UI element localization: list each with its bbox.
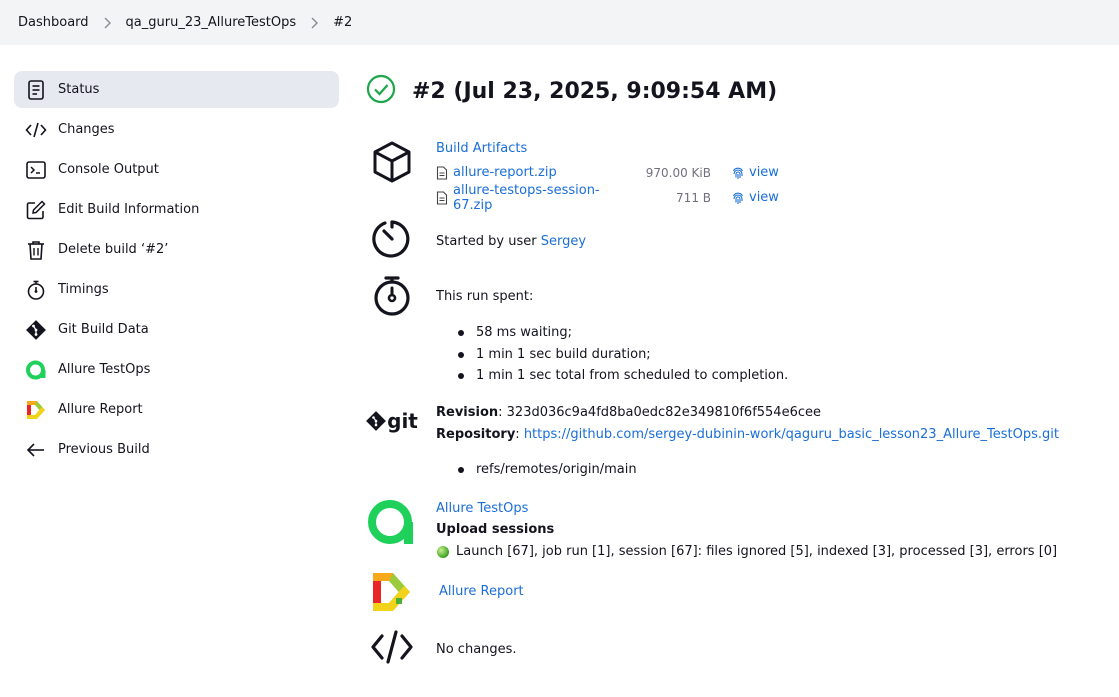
upload-sessions-heading: Upload sessions: [436, 522, 555, 537]
arrow-left-icon: [25, 439, 47, 461]
file-icon: [436, 190, 448, 205]
view-label: view: [749, 165, 779, 180]
document-icon: [25, 79, 47, 101]
sidebar-item-label: Allure TestOps: [58, 362, 151, 377]
file-icon: [436, 165, 448, 180]
breadcrumb: Dashboard qa_guru_23_AllureTestOps #2: [0, 0, 1119, 45]
sidebar-item-label: Timings: [58, 282, 109, 297]
session-text: Launch [67], job run [1], session [67]: …: [456, 544, 1058, 559]
sidebar-item-label: Console Output: [58, 162, 159, 177]
main-content: #2 (Jul 23, 2025, 9:09:54 AM): [366, 74, 1106, 108]
git-icon: [25, 319, 47, 341]
sidebar-item-changes[interactable]: Changes: [14, 111, 339, 148]
list-item: 58 ms waiting;: [458, 322, 788, 344]
artifact-row: allure-report.zip 970.00 KiB view: [436, 160, 779, 185]
code-icon: [366, 628, 418, 666]
sidebar-item-console-output[interactable]: Console Output: [14, 151, 339, 188]
fingerprint-icon: [731, 191, 745, 205]
code-icon: [25, 119, 47, 141]
artifact-size: 970.00 KiB: [645, 165, 711, 180]
revision-label: Revision: [436, 405, 499, 420]
artifact-row: allure-testops-session-67.zip 711 B view: [436, 183, 779, 213]
no-changes-text: No changes.: [436, 642, 517, 657]
breadcrumb-job[interactable]: qa_guru_23_AllureTestOps: [126, 15, 297, 30]
page-title: #2 (Jul 23, 2025, 9:09:54 AM): [412, 78, 778, 104]
sidebar-item-timings[interactable]: Timings: [14, 271, 339, 308]
timing-heading: This run spent:: [436, 289, 534, 304]
allure-report-link[interactable]: Allure Report: [439, 584, 524, 599]
sidebar-item-label: Edit Build Information: [58, 202, 200, 217]
sidebar-item-edit-build-information[interactable]: Edit Build Information: [14, 191, 339, 228]
sidebar-item-label: Delete build ‘#2’: [58, 242, 169, 257]
fingerprint-icon: [731, 166, 745, 180]
success-check-icon: [366, 74, 396, 108]
git-logo-text: git: [387, 409, 418, 433]
revision-hash: 323d036c9a4fd8ba0edc82e349810f6f554e6cee: [506, 405, 821, 420]
started-by-text: Started by user: [436, 234, 541, 249]
repository-link[interactable]: https://github.com/sergey-dubinin-work/q…: [524, 427, 1059, 442]
artifact-link[interactable]: allure-report.zip: [453, 165, 557, 180]
repository-line: Repository: https://github.com/sergey-du…: [436, 427, 1059, 442]
build-artifacts-link[interactable]: Build Artifacts: [436, 140, 779, 160]
breadcrumb-build[interactable]: #2: [333, 15, 352, 30]
sidebar-item-label: Status: [58, 82, 100, 97]
sidebar-item-allure-testops[interactable]: Allure TestOps: [14, 351, 339, 388]
chevron-right-icon: [310, 17, 319, 29]
sidebar-item-label: Previous Build: [58, 442, 150, 457]
sidebar-item-previous-build[interactable]: Previous Build: [14, 431, 339, 468]
user-link[interactable]: Sergey: [541, 234, 586, 249]
allure-testops-link[interactable]: Allure TestOps: [436, 499, 1057, 520]
breadcrumb-dashboard[interactable]: Dashboard: [18, 15, 89, 30]
allure-testops-icon: [366, 497, 418, 547]
session-line: Launch [67], job run [1], session [67]: …: [436, 541, 1057, 562]
allure-report-icon: [366, 571, 418, 613]
list-item: 1 min 1 sec total from scheduled to comp…: [458, 365, 788, 387]
git-logo-icon: git: [366, 411, 418, 431]
trash-icon: [25, 239, 47, 261]
chevron-right-icon: [103, 17, 112, 29]
build-title-row: #2 (Jul 23, 2025, 9:09:54 AM): [366, 74, 1106, 108]
revision-line: Revision: 323d036c9a4fd8ba0edc82e349810f…: [436, 405, 821, 420]
sidebar-item-label: Changes: [58, 122, 115, 137]
artifact-view-link[interactable]: view: [731, 190, 779, 205]
gauge-icon: [366, 218, 418, 260]
sidebar: Status Changes Console Output Edit Build…: [14, 71, 339, 471]
artifact-view-link[interactable]: view: [731, 165, 779, 180]
view-label: view: [749, 190, 779, 205]
package-icon: [366, 140, 418, 184]
list-item: 1 min 1 sec build duration;: [458, 344, 788, 366]
stopwatch-icon: [25, 279, 47, 301]
sidebar-item-allure-report[interactable]: Allure Report: [14, 391, 339, 428]
sidebar-item-delete-build[interactable]: Delete build ‘#2’: [14, 231, 339, 268]
allure-report-icon: [25, 399, 47, 421]
edit-icon: [25, 199, 47, 221]
sidebar-item-status[interactable]: Status: [14, 71, 339, 108]
allure-testops-icon: [25, 359, 47, 381]
sidebar-item-label: Git Build Data: [58, 322, 149, 337]
artifact-link[interactable]: allure-testops-session-67.zip: [453, 183, 631, 213]
sidebar-item-git-build-data[interactable]: Git Build Data: [14, 311, 339, 348]
terminal-icon: [25, 159, 47, 181]
status-dot-icon: [436, 545, 450, 559]
stopwatch-icon: [366, 275, 418, 317]
artifact-size: 711 B: [676, 190, 711, 205]
repository-label: Repository: [436, 427, 516, 442]
timing-list: 58 ms waiting; 1 min 1 sec build duratio…: [458, 322, 788, 387]
list-item: refs/remotes/origin/main: [458, 459, 1059, 481]
sidebar-item-label: Allure Report: [58, 402, 143, 417]
refs-list: refs/remotes/origin/main: [458, 459, 1059, 481]
